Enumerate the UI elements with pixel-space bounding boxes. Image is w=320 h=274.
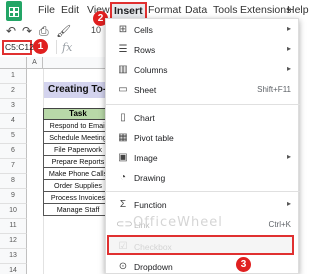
menu-extensions[interactable]: Extensions (240, 4, 291, 16)
step-badge-1: 1 (33, 39, 48, 54)
menu-item-rows[interactable]: ☰ Rows ▸ (106, 39, 300, 61)
row-header[interactable]: 5 (0, 129, 27, 144)
undo-icon[interactable]: ↶ (6, 24, 16, 38)
menu-item-sheet[interactable]: ▭ Sheet Shift+F11 (106, 79, 300, 101)
menu-format[interactable]: Format (148, 4, 181, 16)
select-all-corner[interactable] (0, 57, 27, 69)
sigma-icon: Σ (119, 199, 127, 210)
sheet-icon: ▭ (118, 84, 128, 95)
chevron-right-icon: ▸ (286, 44, 291, 53)
row-header[interactable]: 12 (0, 234, 27, 249)
menu-item-columns[interactable]: ▥ Columns ▸ (106, 59, 300, 81)
dropdown-icon: ⊙ (118, 261, 128, 272)
chevron-right-icon: ▸ (286, 64, 291, 73)
row-header[interactable]: 6 (0, 144, 27, 159)
task-cell[interactable]: Make Phone Calls (43, 168, 113, 180)
row-header[interactable]: 10 (0, 204, 27, 219)
task-cell[interactable]: Prepare Reports (43, 156, 113, 168)
row-header[interactable]: 14 (0, 264, 27, 274)
menu-item-drawing[interactable]: ◔ Drawing (106, 167, 300, 189)
row-header[interactable]: 11 (0, 219, 27, 234)
menu-item-chart[interactable]: ▯ Chart (106, 107, 300, 129)
task-cell[interactable]: Process Invoices (43, 192, 113, 204)
menu-item-pivot-table[interactable]: ▦ Pivot table (106, 127, 300, 149)
task-cell[interactable]: Schedule Meeting (43, 132, 113, 144)
drawing-icon: ◔ (119, 172, 127, 183)
row-header[interactable]: 8 (0, 174, 27, 189)
menu-item-function[interactable]: Σ Function ▸ (106, 194, 300, 216)
task-cell[interactable]: Order Supplies (43, 180, 113, 192)
columns-icon: ▥ (118, 64, 128, 75)
row-header[interactable]: 13 (0, 249, 27, 264)
sheet-title-cell[interactable]: Creating To- (44, 82, 114, 98)
chevron-right-icon: ▸ (286, 24, 291, 33)
menu-help[interactable]: Help (287, 4, 309, 16)
redo-icon[interactable]: ↷ (22, 24, 32, 38)
task-cell[interactable]: File Paperwork (43, 144, 113, 156)
menu-item-cells[interactable]: ⊞ Cells ▸ (106, 19, 300, 41)
pivot-table-icon: ▦ (118, 132, 128, 143)
checkbox-highlight (107, 235, 294, 255)
chevron-right-icon: ▸ (286, 152, 291, 161)
row-header[interactable]: 9 (0, 189, 27, 204)
task-header-cell[interactable]: Task (43, 108, 113, 120)
image-icon: ▣ (118, 152, 128, 163)
menu-tools[interactable]: Tools (213, 4, 238, 16)
menu-data[interactable]: Data (185, 4, 207, 16)
menu-item-dropdown[interactable]: ⊙ Dropdown (106, 256, 300, 274)
row-header[interactable]: 4 (0, 114, 27, 129)
rows-icon: ☰ (118, 44, 128, 55)
google-sheets-logo-icon[interactable] (6, 1, 22, 21)
task-cell[interactable]: Manage Staff (43, 204, 113, 216)
column-header-b[interactable] (43, 57, 113, 69)
name-box[interactable]: C5:C12 (2, 40, 34, 55)
add-box-icon: ⊞ (118, 24, 128, 35)
chart-icon: ▯ (120, 112, 126, 123)
row-header[interactable]: 7 (0, 159, 27, 174)
menu-item-image[interactable]: ▣ Image ▸ (106, 147, 300, 169)
print-icon[interactable]: ⎙ (39, 24, 49, 39)
column-header-a[interactable]: A (27, 57, 43, 69)
menu-edit[interactable]: Edit (61, 4, 79, 16)
zoom-select[interactable]: 10 (91, 25, 101, 35)
watermark-logo: OfficeWheel (133, 215, 223, 230)
step-badge-3: 3 (236, 257, 251, 272)
link-icon: ⊂⊃ (116, 219, 133, 230)
paint-format-icon[interactable]: 🖌 (56, 24, 71, 38)
row-header[interactable]: 3 (0, 99, 27, 114)
row-header[interactable]: 2 (0, 84, 27, 99)
chevron-right-icon: ▸ (286, 199, 291, 208)
menu-file[interactable]: File (38, 4, 55, 16)
task-cell[interactable]: Respond to Email (43, 120, 113, 132)
row-header[interactable]: 1 (0, 69, 27, 84)
fx-icon: fx (62, 41, 73, 54)
